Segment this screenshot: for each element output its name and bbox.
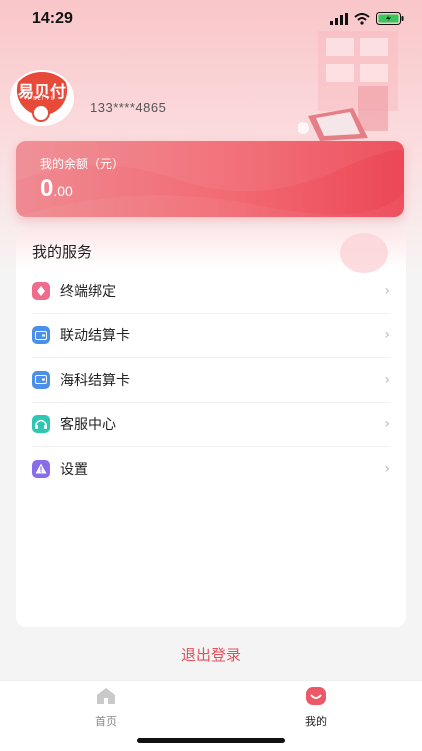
services-header: 我的服务 (16, 229, 406, 273)
balance-integer: 0 (40, 175, 54, 202)
status-time: 14:29 (32, 10, 73, 27)
logo-mark-icon (32, 104, 50, 122)
profile-icon (306, 687, 326, 705)
card-icon (32, 326, 50, 345)
chevron-right-icon: › (384, 371, 390, 388)
avatar-logo-subtext: YI BEI FU (24, 96, 56, 102)
services-panel: 我的服务 终端绑定 › 联动结算卡 › 海科结算卡 › 客服中心 › 设置 › (16, 229, 406, 627)
menu-item-liandong-card[interactable]: 联动结算卡 › (32, 314, 390, 358)
menu-item-label: 终端绑定 (60, 283, 116, 300)
headset-icon (32, 415, 50, 434)
tab-bar: 首页 我的 (0, 680, 422, 751)
chevron-right-icon: › (384, 282, 390, 299)
tab-home[interactable]: 首页 (66, 687, 146, 729)
menu-item-label: 客服中心 (60, 417, 116, 434)
tab-home-label: 首页 (95, 715, 117, 728)
menu-item-haike-card[interactable]: 海科结算卡 › (32, 358, 390, 403)
chevron-right-icon: › (384, 460, 390, 477)
wifi-icon (354, 12, 370, 25)
menu-item-settings[interactable]: 设置 › (32, 447, 390, 491)
menu-item-terminal-binding[interactable]: 终端绑定 › (32, 269, 390, 314)
services-menu: 终端绑定 › 联动结算卡 › 海科结算卡 › 客服中心 › 设置 › (16, 269, 406, 491)
signal-icon (330, 12, 348, 25)
balance-amount: 0.00 (40, 175, 73, 203)
avatar[interactable]: 易贝付 YI BEI FU (12, 72, 72, 124)
menu-item-customer-service[interactable]: 客服中心 › (32, 403, 390, 447)
home-indicator (137, 738, 285, 743)
user-phone: 133****4865 (90, 100, 167, 115)
warning-icon (32, 459, 50, 478)
terminal-icon (32, 281, 50, 300)
services-decoration (340, 233, 388, 273)
services-title: 我的服务 (32, 243, 93, 261)
menu-item-label: 海科结算卡 (60, 372, 130, 389)
chevron-right-icon: › (384, 416, 390, 433)
balance-card[interactable]: 我的余额（元） 0.00 (16, 141, 404, 217)
tab-profile[interactable]: 我的 (276, 687, 356, 729)
chevron-right-icon: › (384, 327, 390, 344)
card-icon (32, 370, 50, 389)
tab-profile-label: 我的 (305, 715, 327, 728)
card-wave-decoration (16, 141, 404, 217)
balance-decimal: .00 (53, 183, 73, 199)
logout-button[interactable]: 退出登录 (0, 644, 422, 665)
menu-item-label: 联动结算卡 (60, 328, 130, 345)
balance-label: 我的余额（元） (40, 157, 125, 171)
home-icon (97, 688, 115, 704)
status-icons (330, 12, 404, 25)
menu-item-label: 设置 (60, 461, 88, 478)
decorative-building-illustration (298, 31, 398, 141)
battery-icon (376, 12, 404, 25)
